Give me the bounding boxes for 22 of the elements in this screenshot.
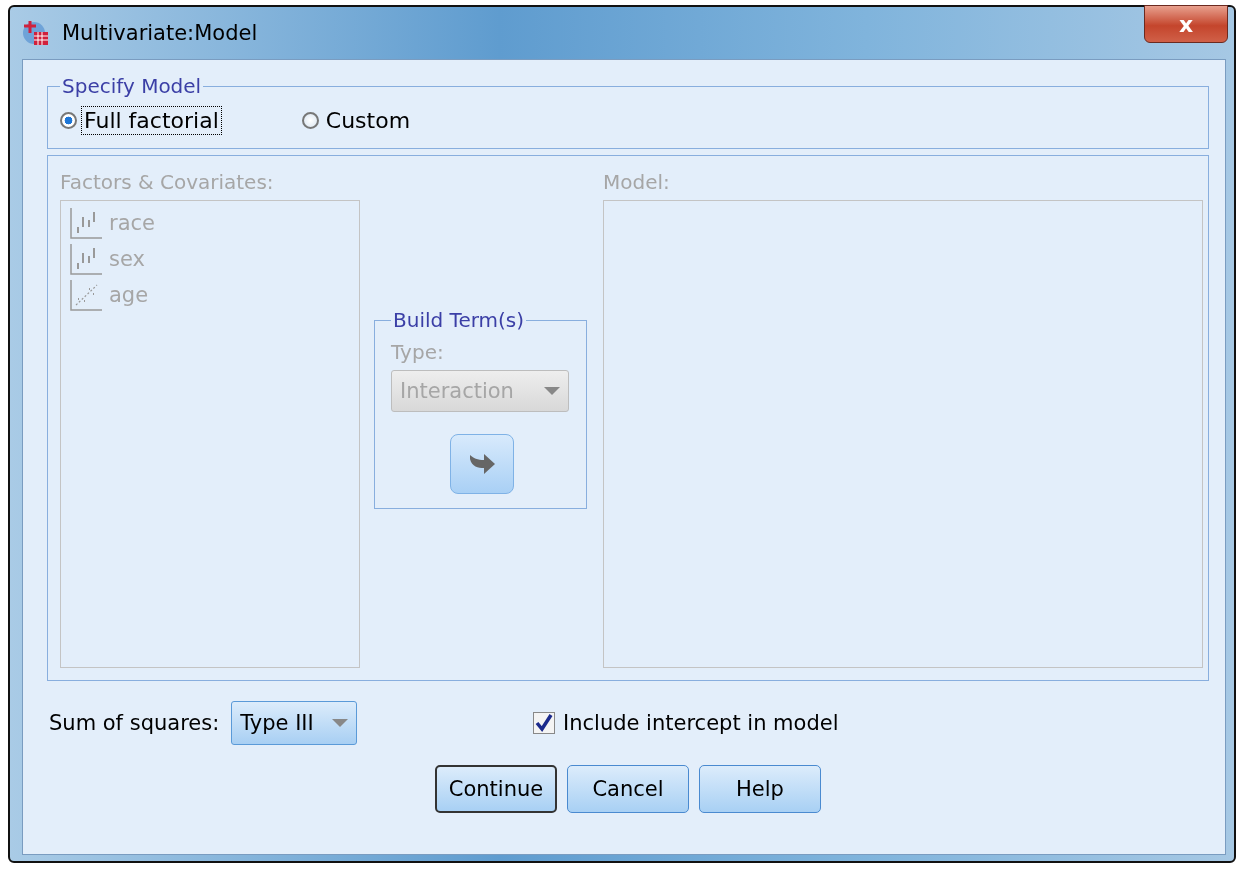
scatter-line-icon bbox=[69, 279, 103, 311]
dialog-button[interactable]: Continue bbox=[435, 765, 557, 813]
dialog-button[interactable]: Help bbox=[699, 765, 821, 813]
sum-of-squares-dropdown[interactable]: Type III bbox=[231, 701, 358, 745]
radio-button[interactable] bbox=[301, 111, 319, 129]
radio-button[interactable] bbox=[60, 111, 77, 129]
list-label: Model: bbox=[603, 170, 671, 194]
list-label: Factors & Covariates: bbox=[60, 170, 275, 194]
bar-chart-icon bbox=[69, 243, 103, 275]
window-title: Multivariate:Model bbox=[62, 21, 258, 45]
sum-of-squares-label: Sum of squares: bbox=[49, 711, 220, 735]
checkbox[interactable] bbox=[533, 712, 555, 734]
bar-chart-icon bbox=[69, 207, 103, 239]
radio-label[interactable]: Full factorial bbox=[81, 105, 222, 135]
checkbox-label[interactable]: Include intercept in model bbox=[563, 711, 839, 735]
table-icon bbox=[22, 19, 50, 47]
type-label: Type: bbox=[391, 340, 445, 364]
dialog-button[interactable]: Cancel bbox=[567, 765, 689, 813]
group-title: Build Term(s) bbox=[392, 308, 526, 332]
close-button[interactable]: x bbox=[1144, 5, 1228, 43]
radio-label[interactable]: Custom bbox=[322, 105, 414, 135]
group-title: Specify Model bbox=[61, 74, 203, 98]
